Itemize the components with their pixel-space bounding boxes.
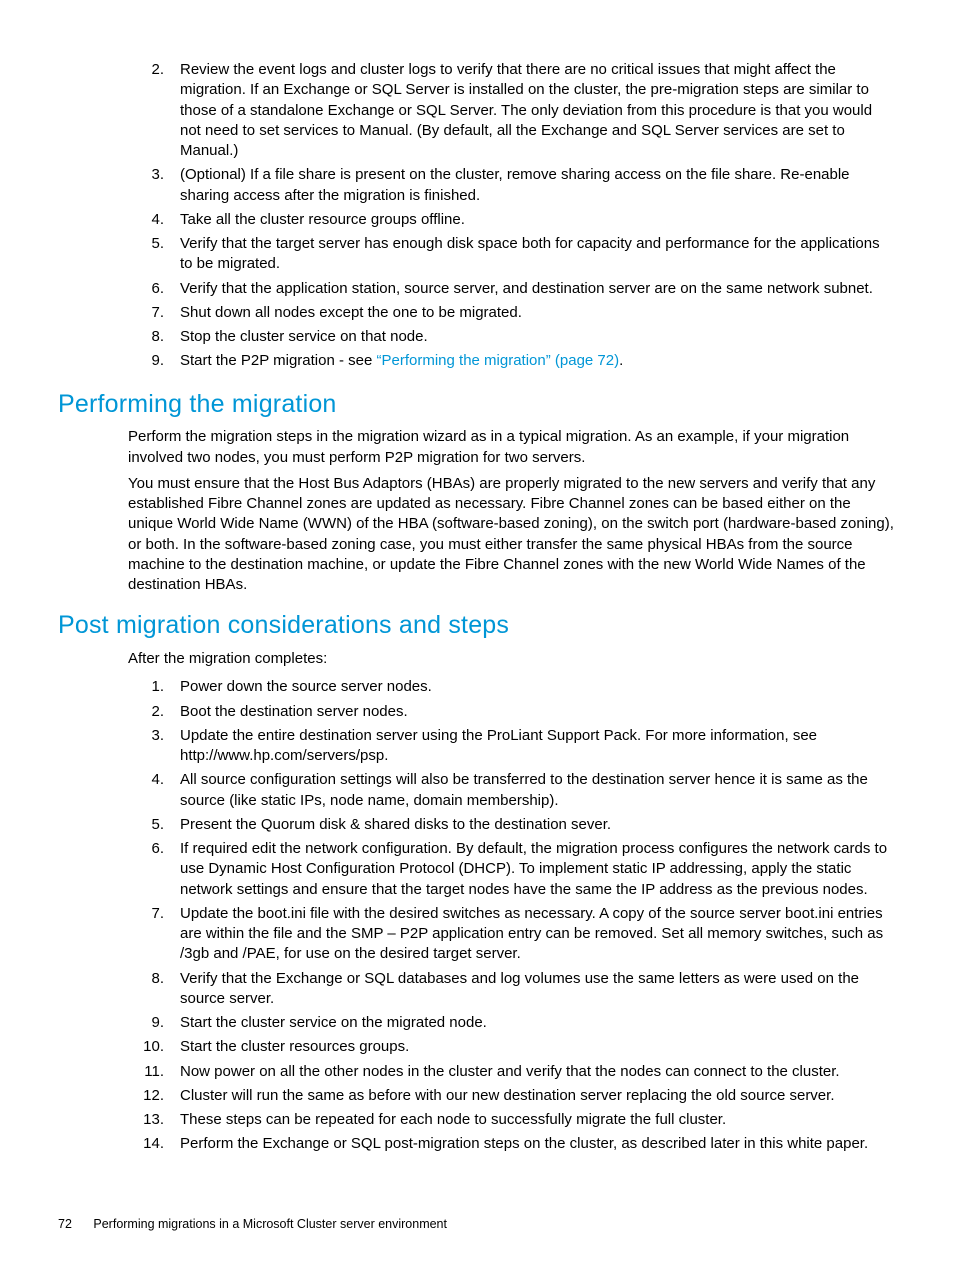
list-number: 6. bbox=[128, 839, 180, 900]
list-item: 13.These steps can be repeated for each … bbox=[128, 1108, 896, 1132]
list-text: Power down the source server nodes. bbox=[180, 677, 896, 697]
list-item: 5.Present the Quorum disk & shared disks… bbox=[128, 813, 896, 837]
list-text: Start the P2P migration - see “Performin… bbox=[180, 351, 896, 371]
list-text: Boot the destination server nodes. bbox=[180, 702, 896, 722]
list-item: 11.Now power on all the other nodes in t… bbox=[128, 1060, 896, 1084]
list-item: 9.Start the P2P migration - see “Perform… bbox=[128, 349, 896, 373]
list-number: 9. bbox=[128, 351, 180, 371]
list-item: 8.Stop the cluster service on that node. bbox=[128, 325, 896, 349]
list-text: Review the event logs and cluster logs t… bbox=[180, 60, 896, 161]
list-number: 5. bbox=[128, 234, 180, 275]
list-text: Update the entire destination server usi… bbox=[180, 726, 896, 767]
list-number: 11. bbox=[128, 1062, 180, 1082]
list-number: 4. bbox=[128, 210, 180, 230]
list-item: 4.Take all the cluster resource groups o… bbox=[128, 208, 896, 232]
footer-title: Performing migrations in a Microsoft Clu… bbox=[93, 1217, 447, 1231]
list-number: 4. bbox=[128, 770, 180, 811]
paragraph: Perform the migration steps in the migra… bbox=[128, 427, 896, 468]
list-text: These steps can be repeated for each nod… bbox=[180, 1110, 896, 1130]
list-text: (Optional) If a file share is present on… bbox=[180, 165, 896, 206]
list-number: 12. bbox=[128, 1086, 180, 1106]
page: 2.Review the event logs and cluster logs… bbox=[0, 0, 954, 1271]
list-item: 3.Update the entire destination server u… bbox=[128, 724, 896, 769]
heading-post-migration: Post migration considerations and steps bbox=[58, 609, 896, 643]
list-item: 9.Start the cluster service on the migra… bbox=[128, 1011, 896, 1035]
list-text: Now power on all the other nodes in the … bbox=[180, 1062, 896, 1082]
cross-reference-link[interactable]: “Performing the migration” (page 72) bbox=[377, 352, 620, 369]
list-item: 6.If required edit the network configura… bbox=[128, 837, 896, 902]
list-number: 8. bbox=[128, 327, 180, 347]
list-item: 7.Update the boot.ini file with the desi… bbox=[128, 902, 896, 967]
list-text: Verify that the target server has enough… bbox=[180, 234, 896, 275]
list-text: If required edit the network configurati… bbox=[180, 839, 896, 900]
list-text: Verify that the application station, sou… bbox=[180, 279, 896, 299]
list-text: Take all the cluster resource groups off… bbox=[180, 210, 896, 230]
list-text: Shut down all nodes except the one to be… bbox=[180, 303, 896, 323]
list-number: 7. bbox=[128, 303, 180, 323]
page-number: 72 bbox=[58, 1217, 72, 1231]
list-item: 6.Verify that the application station, s… bbox=[128, 277, 896, 301]
list-number: 9. bbox=[128, 1013, 180, 1033]
list-text: All source configuration settings will a… bbox=[180, 770, 896, 811]
list-number: 2. bbox=[128, 702, 180, 722]
list-item: 8.Verify that the Exchange or SQL databa… bbox=[128, 967, 896, 1012]
list-number: 5. bbox=[128, 815, 180, 835]
page-footer: 72 Performing migrations in a Microsoft … bbox=[58, 1216, 447, 1233]
list-item: 12.Cluster will run the same as before w… bbox=[128, 1084, 896, 1108]
list-item: 4.All source configuration settings will… bbox=[128, 768, 896, 813]
list-text: Start the cluster service on the migrate… bbox=[180, 1013, 896, 1033]
content-area: 2.Review the event logs and cluster logs… bbox=[128, 58, 896, 1157]
list-item: 3.(Optional) If a file share is present … bbox=[128, 163, 896, 208]
list-item: 10.Start the cluster resources groups. bbox=[128, 1035, 896, 1059]
list-number: 10. bbox=[128, 1037, 180, 1057]
post-migration-steps-list: 1.Power down the source server nodes.2.B… bbox=[128, 675, 896, 1156]
list-number: 3. bbox=[128, 165, 180, 206]
pre-migration-steps-list: 2.Review the event logs and cluster logs… bbox=[128, 58, 896, 374]
list-text: Perform the Exchange or SQL post-migrati… bbox=[180, 1134, 896, 1154]
list-item: 5.Verify that the target server has enou… bbox=[128, 232, 896, 277]
list-text: Cluster will run the same as before with… bbox=[180, 1086, 896, 1106]
list-text: Stop the cluster service on that node. bbox=[180, 327, 896, 347]
list-item: 14.Perform the Exchange or SQL post-migr… bbox=[128, 1132, 896, 1156]
list-number: 8. bbox=[128, 969, 180, 1010]
list-item: 2.Boot the destination server nodes. bbox=[128, 700, 896, 724]
list-text: Verify that the Exchange or SQL database… bbox=[180, 969, 896, 1010]
list-number: 7. bbox=[128, 904, 180, 965]
list-number: 13. bbox=[128, 1110, 180, 1130]
list-text: Present the Quorum disk & shared disks t… bbox=[180, 815, 896, 835]
list-item: 1.Power down the source server nodes. bbox=[128, 675, 896, 699]
list-number: 2. bbox=[128, 60, 180, 161]
list-number: 6. bbox=[128, 279, 180, 299]
heading-performing-migration: Performing the migration bbox=[58, 388, 896, 422]
list-item: 2.Review the event logs and cluster logs… bbox=[128, 58, 896, 163]
paragraph: After the migration completes: bbox=[128, 649, 896, 669]
list-text: Update the boot.ini file with the desire… bbox=[180, 904, 896, 965]
paragraph: You must ensure that the Host Bus Adapto… bbox=[128, 474, 896, 596]
list-item: 7.Shut down all nodes except the one to … bbox=[128, 301, 896, 325]
list-number: 1. bbox=[128, 677, 180, 697]
list-text: Start the cluster resources groups. bbox=[180, 1037, 896, 1057]
list-number: 3. bbox=[128, 726, 180, 767]
list-number: 14. bbox=[128, 1134, 180, 1154]
